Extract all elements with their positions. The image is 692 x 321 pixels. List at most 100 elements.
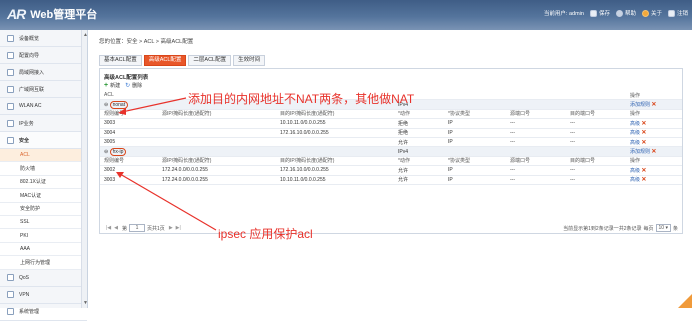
about-button[interactable]: 关于 [641,9,662,17]
lan-icon [7,68,14,76]
first-page-icon[interactable]: |◀ [106,225,111,231]
delete-button[interactable]: ↻ 删除 [125,82,142,90]
last-page-icon[interactable]: ▶| [176,225,181,231]
help-button[interactable]: 帮助 [615,9,636,17]
sidebar-item-qos[interactable]: QoS [0,270,87,287]
col-action: *动作 [394,109,444,120]
sidebar-sub-aaa[interactable]: AAA [0,242,87,257]
scroll-up-icon[interactable]: ▲ [83,32,88,38]
header-actions: 当前用户: admin 保存 帮助 关于 注销 [544,8,688,18]
sidebar-item-wizard[interactable]: 配置向导 [0,47,87,64]
record-summary: 当前显示第1到2条记录一共2条记录 [563,225,642,232]
vpn-icon [7,291,14,299]
sidebar-sub-acl[interactable]: ACL [0,149,87,163]
collapse-icon[interactable]: ⊖ [104,102,108,108]
save-icon [589,9,597,17]
tab-effective-time[interactable]: 生效时间 [233,55,266,66]
acl-group-name: nonat [109,100,129,109]
sidebar-item-security[interactable]: 安全 [0,132,87,149]
sidebar-item-wlan-ac[interactable]: WLAN AC [0,98,87,115]
tab-l2-acl[interactable]: 二层ACL配置 [188,55,232,66]
sidebar-sub-8021x[interactable]: 802.1X认证 [0,175,87,190]
logout-icon [667,9,675,17]
sidebar-sub-behavior[interactable]: 上网行为管理 [0,256,87,270]
main-content: 您的位置：安全 > ACL > 高级ACL配置 基本ACL配置 高级ACL配置 … [91,30,692,308]
next-page-icon[interactable]: ▶ [169,225,173,231]
logout-button[interactable]: 注销 [667,9,688,17]
delete-icon[interactable]: ✕ [641,177,646,183]
wizard-icon [7,51,14,59]
app-header: AR Web管理平台 当前用户: admin 保存 帮助 关于 注销 [0,0,692,30]
rule-header-row: 规则编号 源IP/掩码长度(通配符) 目的IP/掩码长度(通配符) *动作 *协… [100,156,682,167]
pagination: |◀ ◀ 第 1 页共1页 ▶ ▶| 当前显示第1到2条记录一共2条记录 每页 … [106,224,678,232]
about-icon [641,9,649,17]
acl-group-row[interactable]: ⊖ hx-ip IPv4 添加规则 ✕ [100,146,682,157]
sidebar-sub-firewall[interactable]: 防火墙 [0,162,87,176]
breadcrumb: 您的位置：安全 > ACL > 高级ACL配置 [99,39,194,45]
sidebar-item-system[interactable]: 系统管理 [0,304,87,321]
rule-header-row: 规则编号 源IP/掩码长度(通配符) 目的IP/掩码长度(通配符) *动作 *协… [100,109,682,120]
tab-advanced-acl[interactable]: 高级ACL配置 [143,55,187,66]
op-col-header: 操作 [626,91,682,101]
sidebar-item-lan[interactable]: 局域网接入 [0,64,87,81]
wlan-icon [7,102,14,110]
advanced-link[interactable]: 高级 [630,130,640,136]
sidebar-scrollbar[interactable]: ▲ ▼ [81,30,88,308]
delete-icon[interactable]: ✕ [641,121,646,127]
acl-group-name: hx-ip [109,147,127,156]
logo: AR Web管理平台 [7,6,97,22]
app-title: Web管理平台 [30,9,98,21]
scroll-down-icon[interactable]: ▼ [83,300,88,306]
overview-icon [7,34,14,42]
col-src-port: 源端口号 [506,109,566,120]
current-user: 当前用户: admin [543,11,584,17]
sidebar-item-ip[interactable]: IP业务 [0,115,87,132]
col-rule-id: 规则编号 [100,109,158,120]
new-button[interactable]: + 新建 [104,82,120,90]
acl-group-ipv: IPv4 [394,99,626,110]
sidebar-sub-mac-auth[interactable]: MAC认证 [0,189,87,203]
prev-page-icon[interactable]: ◀ [114,225,118,231]
table-row[interactable]: 3003 172.24.0.0/0.0.0.255 10.10.11.0/0.0.0… [100,175,682,185]
sidebar-item-wan[interactable]: 广域网互联 [0,81,87,98]
advanced-link[interactable]: 高级 [630,177,640,183]
table-row[interactable]: 3004 172.16.10.0/0.0.0.255 拒绝 IP --- --- 高级 ✕ [100,128,682,138]
tab-basic-acl[interactable]: 基本ACL配置 [99,55,142,66]
acl-col-header: ACL [100,91,158,101]
page-input[interactable]: 1 [129,224,146,232]
delete-icon[interactable]: ✕ [651,149,656,155]
col-protocol: *协议类型 [444,109,506,120]
advanced-link[interactable]: 高级 [630,168,640,174]
per-page-select[interactable]: 10 ▾ [655,224,671,232]
help-icon [615,9,623,17]
save-button[interactable]: 保存 [589,9,610,17]
corner-badge [678,294,692,308]
sidebar: 设备概览 配置向导 局域网接入 广域网互联 WLAN AC IP业务 安全 AC… [0,30,88,321]
add-rule-link[interactable]: 添加规则 [630,149,650,155]
refresh-icon: ↻ [125,82,131,89]
wan-icon [7,85,14,93]
table-row[interactable]: 3005 允许 IP --- --- 高级 ✕ [100,137,682,148]
shield-icon [7,136,14,144]
sidebar-item-vpn[interactable]: VPN [0,287,87,304]
table-row[interactable]: 3003 10.10.11.0/0.0.0.255 拒绝 IP --- --- 高级 ✕ [100,118,682,129]
delete-icon[interactable]: ✕ [641,168,646,174]
annotation-bottom: ipsec 应用保护acl [218,227,313,241]
collapse-icon[interactable]: ⊖ [104,149,108,155]
advanced-link[interactable]: 高级 [630,140,640,146]
qos-icon [7,274,14,282]
toolbar: + 新建 ↻ 删除 [104,82,142,90]
delete-icon[interactable]: ✕ [651,102,656,108]
delete-icon[interactable]: ✕ [641,130,646,136]
sidebar-sub-protection[interactable]: 安全防护 [0,202,87,216]
delete-icon[interactable]: ✕ [641,140,646,146]
sidebar-sub-ssl[interactable]: SSL [0,215,87,230]
chevron-down-icon: ▾ [665,225,668,231]
panel-title: 高级ACL配置列表 [104,75,149,81]
col-op: 操作 [626,109,682,120]
table-row[interactable]: 3002 172.24.0.0/0.0.0.255 172.16.10.0/0.0.… [100,165,682,176]
advanced-link[interactable]: 高级 [630,121,640,127]
add-rule-link[interactable]: 添加规则 [630,102,650,108]
sidebar-item-overview[interactable]: 设备概览 [0,30,87,47]
sidebar-sub-pki[interactable]: PKI [0,229,87,243]
